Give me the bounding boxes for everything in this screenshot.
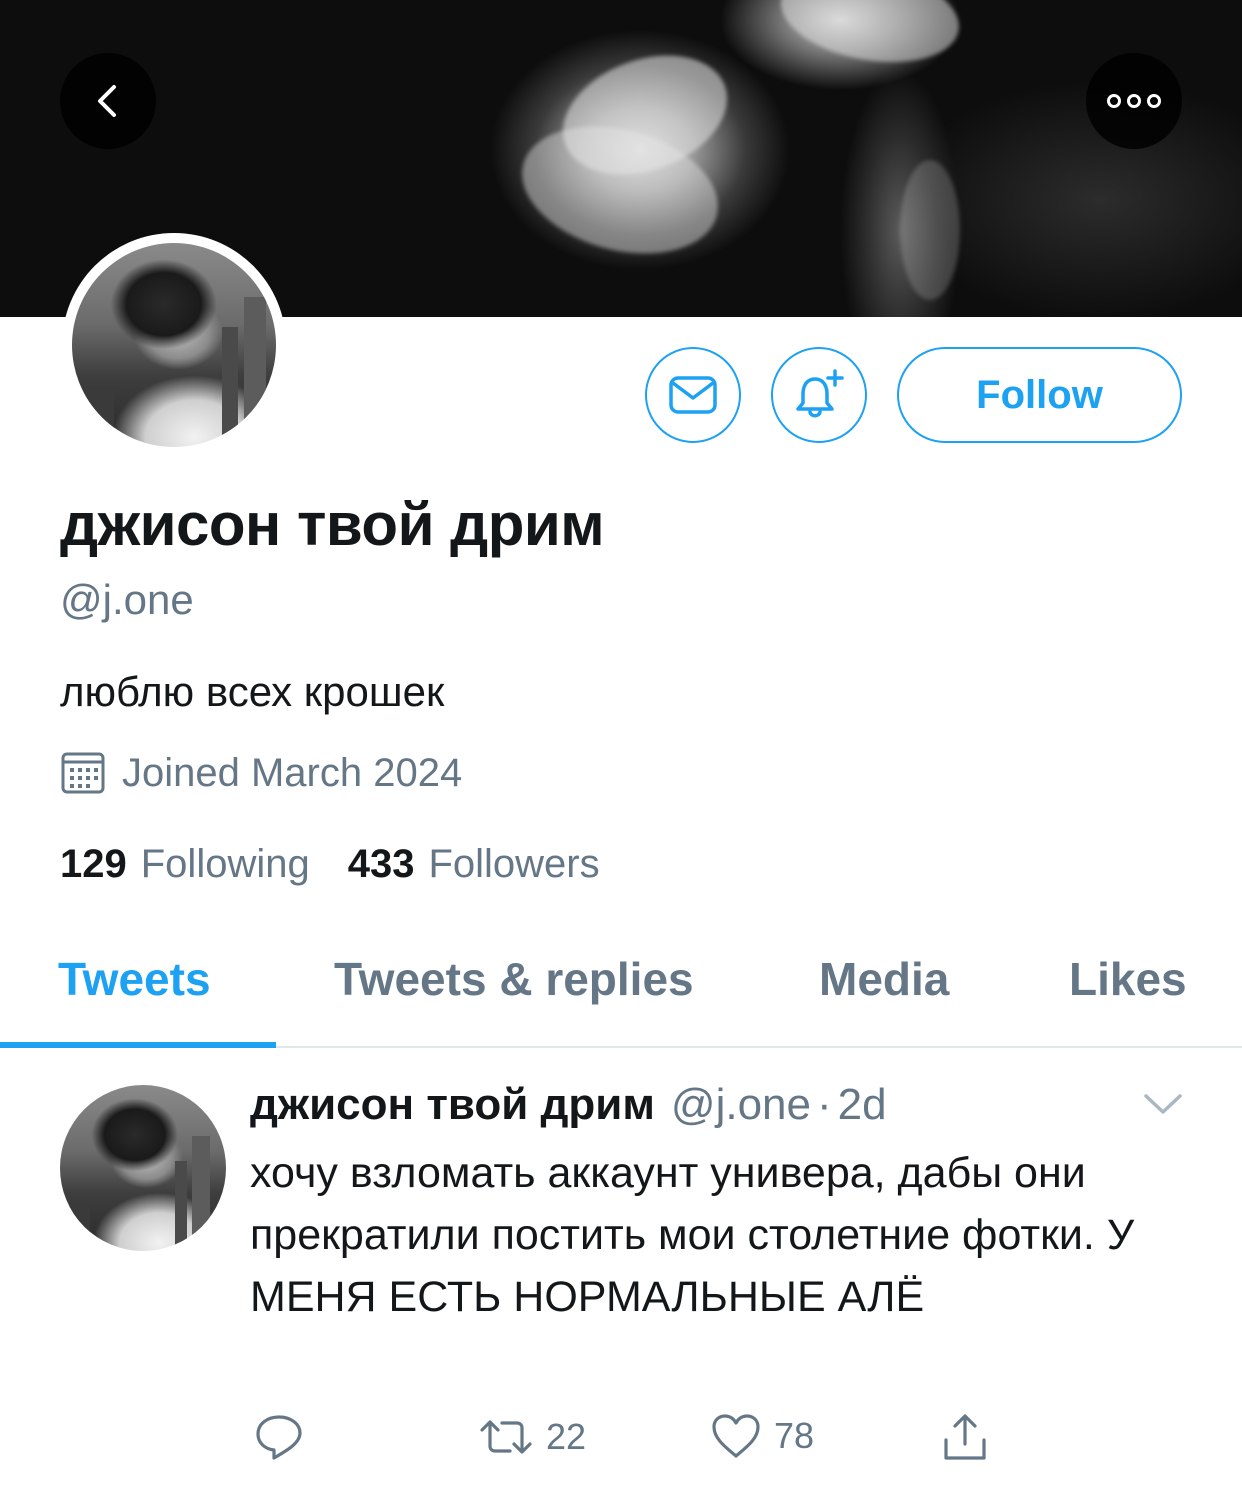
tweet-header: джисон твой дрим @j.one · 2d (250, 1080, 887, 1130)
like-count: 78 (774, 1415, 815, 1456)
envelope-icon (669, 376, 717, 414)
tab-tweets-replies[interactable]: Tweets & replies (334, 952, 694, 1006)
tab-media[interactable]: Media (819, 952, 949, 1006)
share-button[interactable] (940, 1412, 990, 1462)
tab-likes[interactable]: Likes (1069, 952, 1187, 1006)
following-label: Following (140, 842, 310, 886)
tweet-separator: · (816, 1080, 832, 1129)
chevron-down-icon (1144, 1094, 1182, 1114)
retweet-button[interactable]: 22 (478, 1412, 586, 1462)
notifications-button[interactable] (771, 347, 867, 443)
followers-count: 433 (347, 842, 415, 886)
following-stat[interactable]: 129 Following (60, 842, 310, 887)
like-button[interactable]: 78 (710, 1412, 814, 1460)
avatar-image (72, 243, 276, 447)
profile-display-name: джисон твой дрим (60, 491, 605, 558)
tweet-body: хочу взломать аккаунт универа, дабы они … (250, 1149, 1135, 1321)
followers-label: Followers (428, 842, 600, 886)
message-button[interactable] (645, 347, 741, 443)
profile-stats: 129 Following 433 Followers (60, 842, 638, 887)
followers-stat[interactable]: 433 Followers (348, 842, 600, 887)
joined-date: Joined March 2024 (60, 750, 462, 796)
bell-plus-icon (796, 369, 844, 418)
more-options-button[interactable] (1086, 53, 1182, 149)
following-count: 129 (60, 842, 127, 886)
retweet-count: 22 (546, 1416, 587, 1457)
reply-icon (256, 1415, 302, 1460)
tweet-author-handle: @j.one (670, 1080, 811, 1129)
retweet-icon (480, 1420, 532, 1454)
back-button[interactable] (60, 53, 156, 149)
tweet-actions: 22 78 (0, 1412, 1242, 1472)
profile-avatar[interactable] (62, 233, 286, 457)
more-horizontal-icon (1107, 94, 1161, 108)
follow-button[interactable]: Follow (897, 347, 1182, 443)
profile-tabs: Tweets Tweets & replies Media Likes (0, 930, 1242, 1048)
chevron-left-icon (98, 85, 116, 117)
tweet-timestamp: 2d (837, 1080, 887, 1129)
reply-button[interactable] (254, 1412, 316, 1462)
tweet-avatar-image (60, 1085, 226, 1251)
tab-tweets[interactable]: Tweets (58, 952, 211, 1006)
tweet-menu-button[interactable] (1142, 1090, 1184, 1123)
tweet-author-name[interactable]: джисон твой дрим (250, 1080, 655, 1130)
heart-icon (712, 1414, 760, 1458)
profile-bio: люблю всех крошек (60, 668, 445, 715)
active-tab-indicator (0, 1042, 276, 1048)
calendar-icon (61, 752, 105, 794)
profile-handle: @j.one (60, 576, 194, 623)
joined-text: Joined March 2024 (122, 750, 463, 795)
share-icon (944, 1414, 986, 1460)
tweet-avatar[interactable] (60, 1085, 226, 1251)
